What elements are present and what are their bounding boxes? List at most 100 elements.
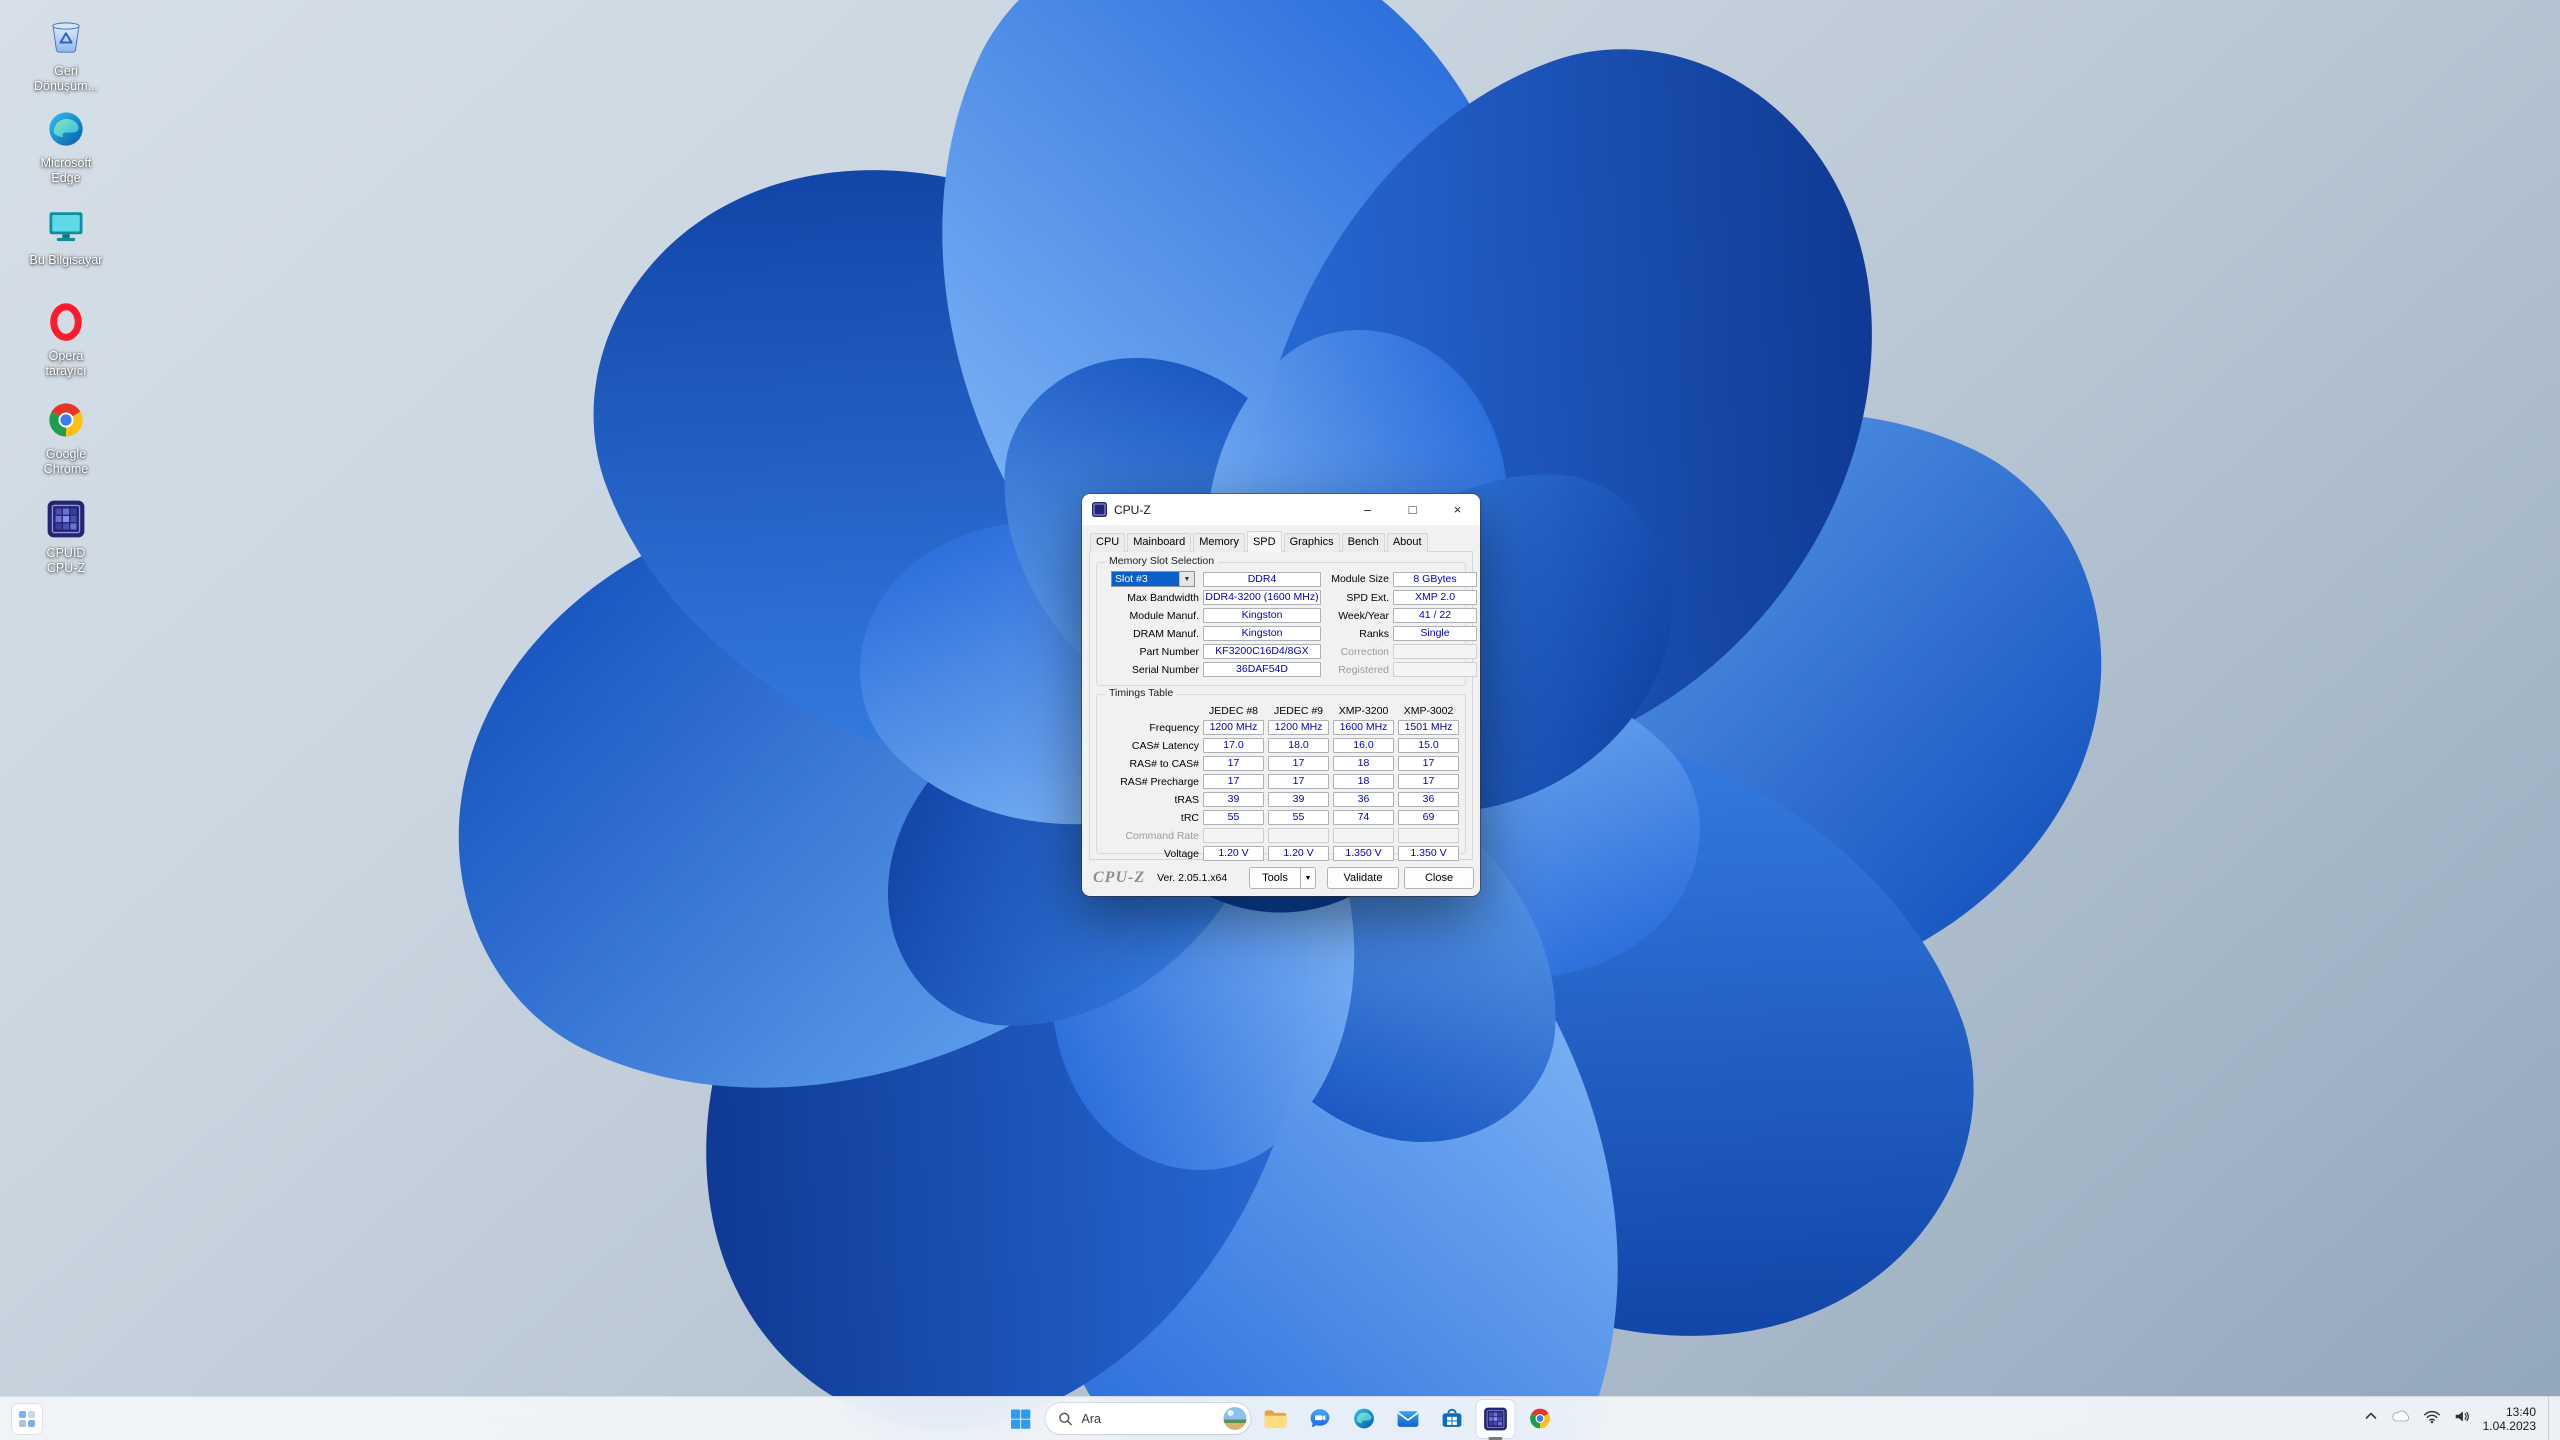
memory-type-field: DDR4	[1203, 572, 1321, 587]
chrome-icon	[1527, 1406, 1552, 1431]
tools-dropdown-arrow[interactable]: ▼	[1301, 867, 1316, 889]
timing-cell: 39	[1203, 792, 1264, 807]
tray-chevron-button[interactable]	[2363, 1408, 2379, 1429]
cpuz-window-icon	[1092, 502, 1107, 517]
show-desktop-button[interactable]	[2548, 1397, 2552, 1440]
start-button[interactable]	[1002, 1400, 1040, 1438]
timing-cell: 69	[1398, 810, 1459, 825]
tray-network-button[interactable]	[2423, 1409, 2441, 1429]
slot-select-dropdown[interactable]: Slot #3 ▼	[1111, 571, 1195, 587]
tab-bench[interactable]: Bench	[1342, 533, 1385, 552]
tools-button[interactable]: Tools	[1249, 867, 1301, 889]
this-pc-monitor-icon	[44, 204, 88, 248]
edge-icon	[1351, 1406, 1376, 1431]
tab-memory[interactable]: Memory	[1193, 533, 1245, 552]
timing-cell: 1.20 V	[1268, 846, 1329, 861]
timing-cell: 18	[1333, 756, 1394, 771]
module-manuf-field: Kingston	[1203, 608, 1321, 623]
windows-logo-icon	[1009, 1407, 1033, 1431]
maximize-button[interactable]: □	[1390, 494, 1435, 525]
serial-number-field: 36DAF54D	[1203, 662, 1321, 677]
column-header: JEDEC #8	[1203, 705, 1264, 717]
desktop-icon-cpuid-cpu-z[interactable]: CPUID CPU-Z	[10, 496, 122, 576]
chevron-up-icon	[2363, 1408, 2379, 1424]
memory-slot-selection-group: Memory Slot Selection Slot #3 ▼ DDR4 Mod…	[1096, 562, 1466, 686]
recycle-bin-icon	[44, 15, 88, 59]
timing-cell: 17	[1203, 774, 1264, 789]
group-title: Timings Table	[1105, 687, 1177, 699]
taskbar-chrome[interactable]	[1521, 1400, 1559, 1438]
edge-icon	[45, 108, 87, 150]
timing-cell	[1333, 828, 1394, 843]
max-bandwidth-field: DDR4-3200 (1600 MHz)	[1203, 590, 1321, 605]
opera-icon	[45, 301, 87, 343]
timing-cell: 16.0	[1333, 738, 1394, 753]
taskbar-file-explorer[interactable]	[1257, 1400, 1295, 1438]
tab-spd[interactable]: SPD	[1247, 531, 1282, 552]
cpu-z-icon	[1483, 1406, 1509, 1432]
timing-cell: 1.20 V	[1203, 846, 1264, 861]
widgets-button[interactable]	[12, 1404, 42, 1434]
spd-ext-field: XMP 2.0	[1393, 590, 1477, 605]
cpuz-window: CPU-Z – □ × CPU Mainboard Memory SPD Gra…	[1082, 494, 1480, 896]
timing-cell: 1600 MHz	[1333, 720, 1394, 735]
timing-cell: 74	[1333, 810, 1394, 825]
cpu-z-icon	[45, 498, 87, 540]
taskbar-clock[interactable]: 13:40 1.04.2023	[2483, 1405, 2536, 1433]
minimize-button[interactable]: –	[1345, 494, 1390, 525]
desktop-icon-opera[interactable]: Opera tarayıcı	[10, 299, 122, 379]
row-label: tRC	[1103, 812, 1199, 824]
desktop-icon-google-chrome[interactable]: Google Chrome	[10, 397, 122, 477]
timing-cell: 17	[1398, 756, 1459, 771]
week-year-field: 41 / 22	[1393, 608, 1477, 623]
desktop: Geri Dönüşüm... Microsoft Edge Bu Bi	[0, 0, 2560, 1440]
desktop-icon-label: CPUID CPU-Z	[47, 546, 86, 576]
search-input[interactable]: Ara	[1046, 1403, 1251, 1434]
tab-graphics[interactable]: Graphics	[1284, 533, 1340, 552]
timing-cell	[1203, 828, 1264, 843]
desktop-icon-microsoft-edge[interactable]: Microsoft Edge	[10, 106, 122, 186]
close-window-button[interactable]: ×	[1435, 494, 1480, 525]
desktop-icon-label: Google Chrome	[44, 447, 88, 477]
timing-cell	[1398, 828, 1459, 843]
taskbar-edge[interactable]	[1345, 1400, 1383, 1438]
tab-mainboard[interactable]: Mainboard	[1127, 533, 1191, 552]
tray-cloud-button[interactable]	[2391, 1409, 2411, 1428]
timing-cell: 55	[1203, 810, 1264, 825]
taskbar-mail[interactable]	[1389, 1400, 1427, 1438]
window-footer: CPU-Z Ver. 2.05.1.x64 Tools ▼ Validate C…	[1082, 860, 1480, 896]
field-label: Week/Year	[1325, 610, 1389, 622]
column-header: XMP-3200	[1333, 705, 1394, 717]
timing-cell: 36	[1333, 792, 1394, 807]
slot-selected-value: Slot #3	[1112, 572, 1179, 586]
field-label: Max Bandwidth	[1103, 592, 1199, 604]
volume-icon	[2453, 1409, 2471, 1424]
taskbar-chat[interactable]	[1301, 1400, 1339, 1438]
close-button[interactable]: Close	[1404, 867, 1474, 889]
timing-cell: 39	[1268, 792, 1329, 807]
tab-about[interactable]: About	[1387, 533, 1428, 552]
taskbar-cpu-z-active[interactable]	[1477, 1400, 1515, 1438]
field-label: Registered	[1325, 664, 1389, 676]
tab-cpu[interactable]: CPU	[1090, 533, 1125, 552]
title-bar[interactable]: CPU-Z – □ ×	[1082, 494, 1480, 525]
validate-button[interactable]: Validate	[1327, 867, 1399, 889]
row-label: CAS# Latency	[1103, 740, 1199, 752]
module-size-field: 8 GBytes	[1393, 572, 1477, 587]
desktop-icon-recycle-bin[interactable]: Geri Dönüşüm...	[10, 14, 122, 94]
row-label: Command Rate	[1103, 830, 1199, 842]
taskbar-microsoft-store[interactable]	[1433, 1400, 1471, 1438]
desktop-icon-this-pc[interactable]: Bu Bilgisayar	[10, 203, 122, 268]
dram-manuf-field: Kingston	[1203, 626, 1321, 641]
column-header: JEDEC #9	[1268, 705, 1329, 717]
tray-volume-button[interactable]	[2453, 1409, 2471, 1429]
field-label: Correction	[1325, 646, 1389, 658]
timing-cell: 1501 MHz	[1398, 720, 1459, 735]
onedrive-cloud-icon	[2391, 1409, 2411, 1423]
desktop-icon-label: Opera tarayıcı	[46, 349, 87, 379]
version-text: Ver. 2.05.1.x64	[1157, 872, 1227, 884]
clock-date: 1.04.2023	[2483, 1419, 2536, 1433]
timing-cell: 55	[1268, 810, 1329, 825]
field-label: Ranks	[1325, 628, 1389, 640]
registered-field	[1393, 662, 1477, 677]
